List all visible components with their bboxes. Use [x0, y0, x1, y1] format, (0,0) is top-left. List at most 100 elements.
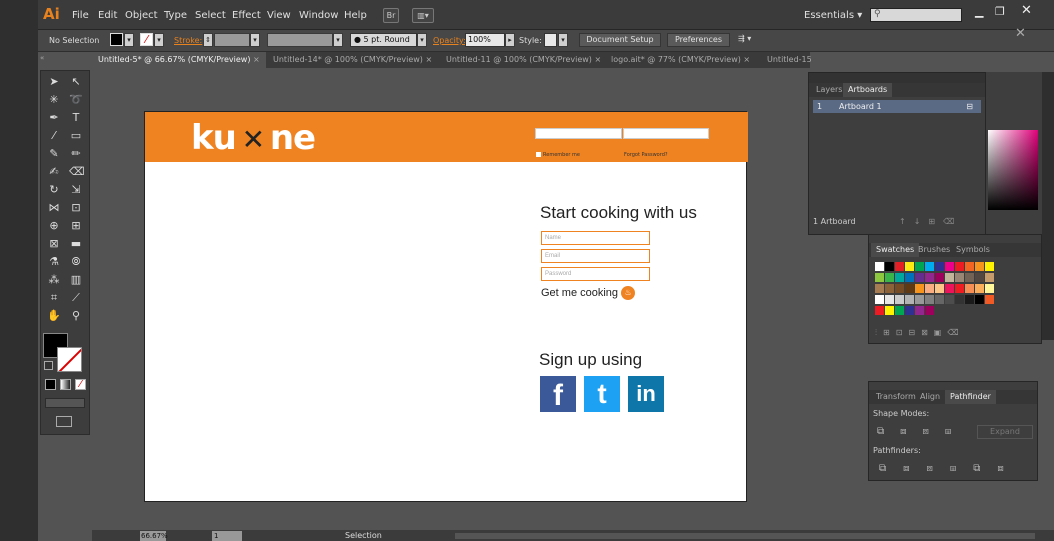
email-input[interactable]: Email: [541, 249, 650, 263]
swatch[interactable]: [895, 284, 904, 293]
artboard-tool-icon[interactable]: ⌗: [47, 291, 61, 305]
opacity-label[interactable]: Opacity:: [433, 36, 466, 45]
swatch-panel-buttons[interactable]: ⫶⊞⊡⊟⊠▣⌫: [875, 328, 965, 338]
artboard-row[interactable]: 1 Artboard 1 ⊟: [813, 100, 981, 113]
artboard-panel-buttons[interactable]: ↑↓⊞⌫: [899, 217, 962, 226]
stroke-color-swatch[interactable]: ⁄: [140, 33, 153, 46]
swatch[interactable]: [955, 284, 964, 293]
slice-tool-icon[interactable]: ⟋: [69, 291, 83, 305]
pen-tool-icon[interactable]: ✒: [47, 111, 61, 125]
tab-brushes[interactable]: Brushes: [913, 243, 955, 257]
menu-view[interactable]: View: [267, 10, 291, 21]
search-input[interactable]: ⚲: [870, 8, 962, 22]
artboard-navigation-field[interactable]: 1: [212, 531, 242, 541]
swatch[interactable]: [925, 262, 934, 271]
restore-button[interactable]: ❐: [995, 5, 1005, 18]
type-tool-icon[interactable]: T: [69, 111, 83, 125]
close-tab-icon[interactable]: ×: [253, 55, 260, 64]
fill-dropdown[interactable]: ▾: [124, 33, 134, 47]
swatch[interactable]: [965, 284, 974, 293]
tab-artboards[interactable]: Artboards: [843, 83, 893, 97]
zoom-tool-icon[interactable]: ⚲: [69, 309, 83, 323]
eraser-tool-icon[interactable]: ⌫: [69, 165, 85, 179]
get-cooking-button[interactable]: Get me cooking ♨: [541, 286, 636, 300]
lasso-tool-icon[interactable]: ➰: [69, 93, 83, 107]
profile-dropdown[interactable]: ▾: [333, 33, 343, 47]
swatch[interactable]: [905, 284, 914, 293]
swatch[interactable]: [905, 306, 914, 315]
swatch[interactable]: [925, 306, 934, 315]
stroke-dropdown[interactable]: ▾: [154, 33, 164, 47]
tab-untitled-5[interactable]: Untitled-5* @ 66.67% (CMYK/Preview) ×: [92, 52, 266, 68]
swatch[interactable]: [895, 306, 904, 315]
close-panel-icon[interactable]: ✕: [1015, 26, 1026, 41]
swatch[interactable]: [975, 262, 984, 271]
stroke-weight-dropdown[interactable]: ▾: [250, 33, 260, 47]
opacity-dropdown[interactable]: ▸: [505, 33, 515, 47]
none-mode-icon[interactable]: ⁄: [75, 379, 86, 390]
swatch[interactable]: [965, 273, 974, 282]
expand-button[interactable]: Expand: [977, 425, 1033, 439]
width-tool-icon[interactable]: ⋈: [47, 201, 61, 215]
swatch[interactable]: [875, 273, 884, 282]
preferences-button[interactable]: Preferences: [667, 33, 730, 47]
swatch[interactable]: [885, 306, 894, 315]
menu-select[interactable]: Select: [195, 10, 226, 21]
swatch[interactable]: [925, 273, 934, 282]
close-tab-icon[interactable]: ×: [425, 55, 432, 64]
swatch[interactable]: [875, 284, 884, 293]
symbol-sprayer-tool-icon[interactable]: ⁂: [47, 273, 61, 287]
close-tab-icon[interactable]: ×: [743, 55, 750, 64]
document-setup-button[interactable]: Document Setup: [579, 33, 661, 47]
swatch[interactable]: [875, 306, 884, 315]
arrange-documents-button[interactable]: ▥▾: [412, 8, 434, 23]
swatch[interactable]: [895, 273, 904, 282]
selection-tool-icon[interactable]: ➤: [47, 75, 61, 89]
swatch[interactable]: [985, 273, 994, 282]
direct-selection-tool-icon[interactable]: ↖: [69, 75, 83, 89]
blob-brush-tool-icon[interactable]: ✍: [47, 165, 61, 179]
eyedropper-tool-icon[interactable]: ⚗: [47, 255, 61, 269]
gradient-tool-icon[interactable]: ▬: [69, 237, 83, 251]
swatch[interactable]: [955, 262, 964, 271]
linkedin-icon[interactable]: in: [628, 376, 664, 412]
menu-object[interactable]: Object: [125, 10, 158, 21]
swatch[interactable]: [885, 262, 894, 271]
stroke-weight-field[interactable]: [214, 33, 250, 47]
close-tab-icon[interactable]: ×: [594, 55, 601, 64]
shape-mode-buttons[interactable]: ⧉⧈⧇⧆: [877, 426, 967, 437]
stroke-indicator[interactable]: [57, 347, 82, 372]
swatch[interactable]: [965, 262, 974, 271]
close-button[interactable]: ✕: [1021, 3, 1032, 18]
swatch[interactable]: [905, 262, 914, 271]
zoom-field[interactable]: 66.67%: [140, 531, 168, 541]
swatch[interactable]: [935, 273, 944, 282]
swatch[interactable]: [895, 295, 904, 304]
swatch[interactable]: [915, 262, 924, 271]
menu-effect[interactable]: Effect: [232, 10, 261, 21]
swatch[interactable]: [885, 295, 894, 304]
swatch[interactable]: [905, 273, 914, 282]
swatch[interactable]: [945, 262, 954, 271]
free-transform-tool-icon[interactable]: ⊡: [69, 201, 83, 215]
graph-tool-icon[interactable]: ▥: [69, 273, 83, 287]
tab-untitled-14[interactable]: Untitled-14* @ 100% (CMYK/Preview) ×: [267, 52, 439, 68]
brush-definition[interactable]: ● 5 pt. Round: [350, 33, 417, 47]
color-mode-icon[interactable]: [45, 379, 56, 390]
tab-symbols[interactable]: Symbols: [951, 243, 995, 257]
gradient-mode-icon[interactable]: [60, 379, 71, 390]
workspace-switcher[interactable]: Essentials ▾: [804, 10, 862, 21]
swatch[interactable]: [975, 295, 984, 304]
swatch[interactable]: [975, 273, 984, 282]
menu-edit[interactable]: Edit: [98, 10, 117, 21]
style-swatch[interactable]: [544, 33, 557, 47]
opacity-input[interactable]: 100%: [465, 33, 505, 47]
menu-help[interactable]: Help: [344, 10, 367, 21]
stroke-label[interactable]: Stroke:: [174, 36, 202, 45]
magic-wand-tool-icon[interactable]: ✳: [47, 93, 61, 107]
swatch[interactable]: [935, 284, 944, 293]
tab-pathfinder[interactable]: Pathfinder: [945, 390, 996, 404]
default-colors-icon[interactable]: [44, 361, 53, 370]
blend-tool-icon[interactable]: ⦾: [69, 255, 83, 269]
swatch[interactable]: [975, 284, 984, 293]
